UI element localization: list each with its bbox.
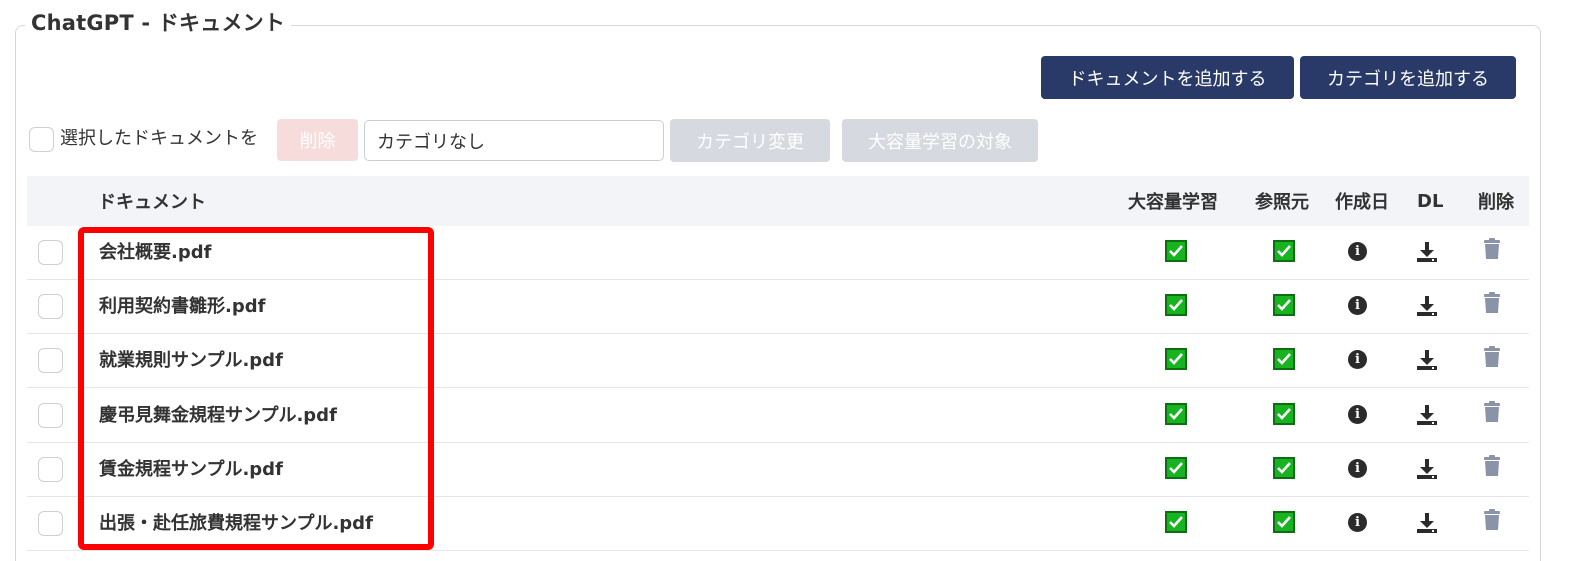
large-learning-target-button[interactable]: 大容量学習の対象 (842, 119, 1038, 162)
row-select-checkbox[interactable] (38, 457, 63, 482)
document-name[interactable]: 賃金規程サンプル.pdf (99, 443, 283, 493)
row-select-checkbox[interactable] (38, 403, 63, 428)
info-icon[interactable]: i (1348, 459, 1367, 478)
info-icon[interactable]: i (1348, 350, 1367, 369)
table-header: ドキュメント 大容量学習 参照元 作成日 DL 削除 (27, 176, 1529, 226)
document-name[interactable]: 出張・赴任旅費規程サンプル.pdf (99, 497, 373, 547)
table-row: 会社概要.pdf i (27, 226, 1529, 280)
trash-icon[interactable] (1483, 401, 1501, 423)
trash-icon[interactable] (1483, 238, 1501, 260)
large-learning-check-icon[interactable] (1165, 240, 1187, 262)
table-row: 利用契約書雛形.pdf i (27, 280, 1529, 334)
header-document: ドキュメント (98, 192, 206, 213)
reference-check-icon[interactable] (1273, 403, 1295, 425)
row-select-checkbox[interactable] (38, 348, 63, 373)
trash-icon[interactable] (1483, 292, 1501, 314)
reference-check-icon[interactable] (1273, 294, 1295, 316)
download-icon[interactable] (1416, 512, 1438, 534)
large-learning-check-icon[interactable] (1165, 294, 1187, 316)
large-learning-check-icon[interactable] (1165, 511, 1187, 533)
reference-check-icon[interactable] (1273, 511, 1295, 533)
row-select-checkbox[interactable] (38, 511, 63, 536)
bulk-action-label: 選択したドキュメントを (60, 128, 258, 149)
row-select-checkbox[interactable] (38, 294, 63, 319)
row-select-checkbox[interactable] (38, 240, 63, 265)
info-icon[interactable]: i (1348, 296, 1367, 315)
download-icon[interactable] (1416, 458, 1438, 480)
header-created-date: 作成日 (1335, 192, 1389, 213)
trash-icon[interactable] (1483, 346, 1501, 368)
add-category-button[interactable]: カテゴリを追加する (1300, 56, 1516, 99)
add-document-button[interactable]: ドキュメントを追加する (1041, 56, 1294, 99)
header-delete: 削除 (1478, 192, 1514, 213)
table-row: 慶弔見舞金規程サンプル.pdf i (27, 389, 1529, 443)
table-row: 賃金規程サンプル.pdf i (27, 443, 1529, 497)
panel-title: ChatGPT - ドキュメント (25, 8, 292, 38)
large-learning-check-icon[interactable] (1165, 403, 1187, 425)
header-large-learning: 大容量学習 (1128, 192, 1218, 213)
reference-check-icon[interactable] (1273, 348, 1295, 370)
trash-icon[interactable] (1483, 509, 1501, 531)
info-icon[interactable]: i (1348, 242, 1367, 261)
download-icon[interactable] (1416, 241, 1438, 263)
change-category-button[interactable]: カテゴリ変更 (670, 119, 830, 162)
trash-icon[interactable] (1483, 455, 1501, 477)
large-learning-check-icon[interactable] (1165, 457, 1187, 479)
info-icon[interactable]: i (1348, 405, 1367, 424)
document-name[interactable]: 利用契約書雛形.pdf (99, 280, 265, 330)
category-select[interactable]: カテゴリなし (364, 120, 664, 161)
header-reference: 参照元 (1255, 192, 1309, 213)
select-all-checkbox[interactable] (29, 127, 54, 152)
reference-check-icon[interactable] (1273, 457, 1295, 479)
download-icon[interactable] (1416, 349, 1438, 371)
document-name[interactable]: 慶弔見舞金規程サンプル.pdf (99, 389, 337, 439)
table-row: 出張・赴任旅費規程サンプル.pdf i (27, 497, 1529, 551)
download-icon[interactable] (1416, 404, 1438, 426)
table-row: 就業規則サンプル.pdf i (27, 334, 1529, 388)
document-name[interactable]: 就業規則サンプル.pdf (99, 334, 283, 384)
header-download: DL (1417, 190, 1444, 212)
info-icon[interactable]: i (1348, 513, 1367, 532)
reference-check-icon[interactable] (1273, 240, 1295, 262)
download-icon[interactable] (1416, 295, 1438, 317)
bulk-delete-button[interactable]: 削除 (277, 119, 358, 161)
large-learning-check-icon[interactable] (1165, 348, 1187, 370)
document-name[interactable]: 会社概要.pdf (99, 226, 211, 276)
